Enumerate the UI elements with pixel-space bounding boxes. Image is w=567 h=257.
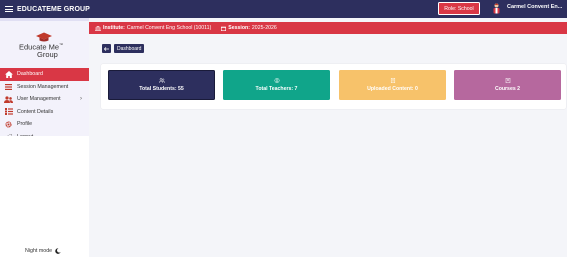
institute-label: Institute: [103, 25, 125, 31]
users-icon [4, 96, 13, 103]
sidebar-item-session-management[interactable]: Session Management [0, 81, 89, 94]
top-navbar: EDUCATEME GROUP Role: School Carmel Conv… [0, 0, 567, 18]
students-icon [158, 78, 165, 83]
calendar-icon [221, 26, 227, 31]
sidebar-nav: Dashboard Session Management User Manage… [0, 68, 89, 143]
card-total-students[interactable]: Total Students: 55 [108, 70, 215, 100]
gear-icon [4, 121, 13, 128]
role-badge[interactable]: Role: School [438, 2, 480, 15]
sidebar-item-label: Profile [17, 121, 33, 128]
logo: Educate Me™ Group [15, 30, 73, 62]
institute-value: Carmel Convent Eng School (10011) [126, 25, 212, 31]
card-uploaded-content[interactable]: Uploaded Content: 0 [339, 70, 446, 100]
sidebar-item-label: Dashboard [17, 71, 43, 78]
institution-icon [95, 25, 101, 31]
list-icon [4, 83, 13, 90]
card-label: Uploaded Content: 0 [367, 86, 418, 92]
logo-tm: ™ [59, 42, 64, 47]
card-label: Total Teachers: 7 [255, 86, 298, 92]
sidebar-item-label: Content Details [17, 108, 54, 115]
brand-title: EDUCATEME GROUP [17, 5, 90, 13]
sidebar-item-label: User Management [17, 96, 61, 103]
night-mode-toggle[interactable]: Night mode [25, 248, 61, 254]
card-label: Courses 2 [494, 86, 521, 92]
card-courses[interactable]: Courses 2 [454, 70, 561, 100]
courses-icon [505, 78, 510, 83]
menu-toggle-icon[interactable] [5, 6, 13, 12]
home-icon [4, 70, 13, 78]
institute-bar: Institute: Carmel Convent Eng School (10… [89, 22, 567, 34]
content-list-icon [4, 108, 13, 116]
breadcrumb-current[interactable]: Dashboard [114, 44, 145, 53]
sidebar-item-user-management[interactable]: User Management › [0, 93, 89, 106]
back-button[interactable] [102, 44, 111, 53]
card-total-teachers[interactable]: Total Teachers: 7 [223, 70, 330, 100]
upload-icon [390, 78, 395, 83]
logo-subtext: Group [37, 50, 58, 59]
chevron-right-icon: › [80, 96, 82, 102]
session-label: Session: [228, 25, 250, 31]
teachers-icon [274, 78, 279, 83]
sidebar-item-profile[interactable]: Profile [0, 118, 89, 131]
sidebar-item-content-details[interactable]: Content Details [0, 106, 89, 119]
session-value: 2025-2026 [251, 25, 277, 31]
night-mode-label: Night mode [25, 248, 53, 254]
card-label: Total Students: 55 [139, 86, 184, 92]
moon-icon [55, 248, 61, 254]
sidebar-item-label: Session Management [17, 83, 69, 90]
stats-panel: Total Students: 55 Total Teachers: 7 Upl… [101, 64, 566, 109]
user-name[interactable]: Carmel Convent En... [507, 4, 562, 10]
sidebar-item-dashboard[interactable]: Dashboard [0, 68, 89, 81]
sidebar: Educate Me™ Group Dashboard Session Mana… [0, 18, 89, 257]
graduation-cap-icon [36, 32, 52, 42]
arrow-left-icon [104, 46, 109, 51]
user-avatar-icon[interactable] [492, 3, 501, 14]
